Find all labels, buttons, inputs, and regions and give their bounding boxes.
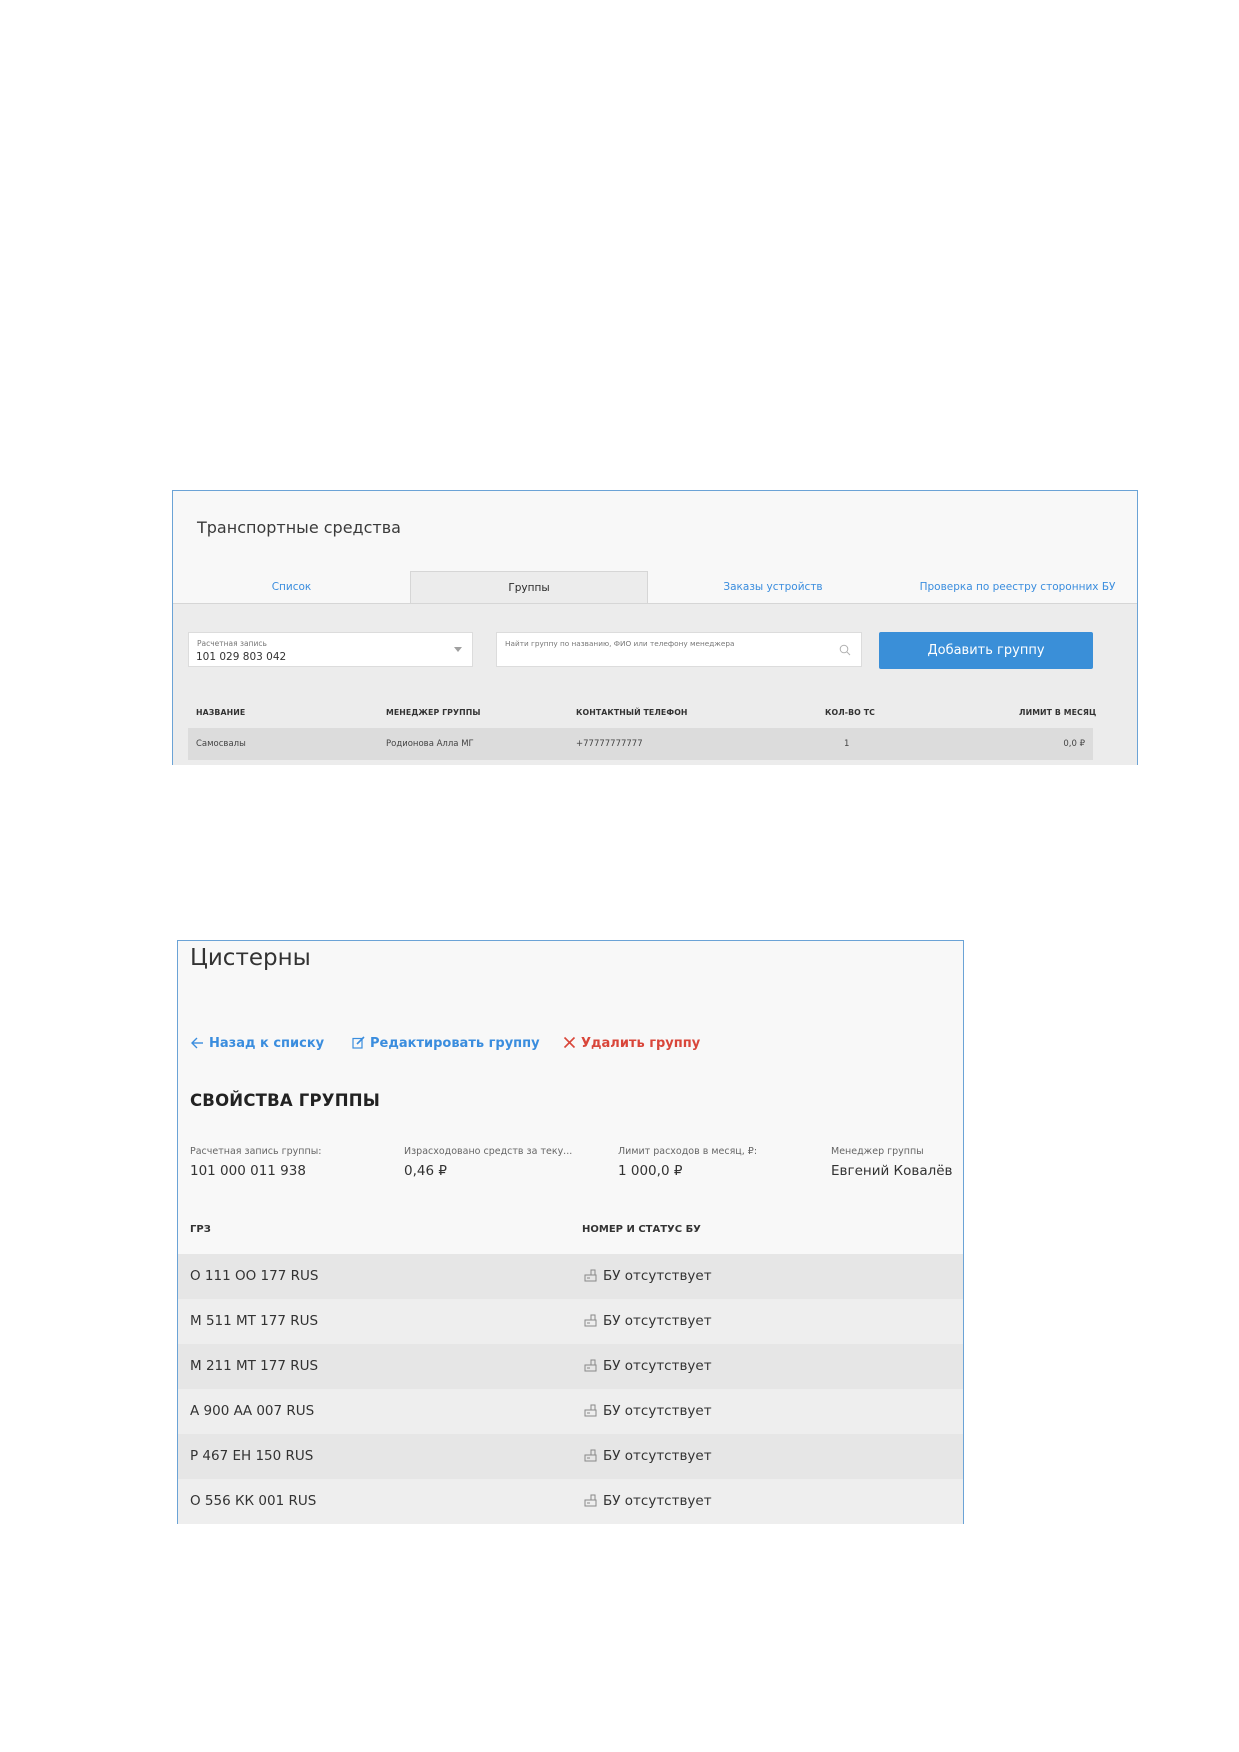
device-icon <box>584 1314 597 1327</box>
chevron-down-icon[interactable] <box>454 647 462 652</box>
device-status: БУ отсутствует <box>584 1403 712 1419</box>
table-row[interactable]: О 556 КК 001 RUS БУ отсутствует <box>178 1479 963 1524</box>
table-row[interactable]: А 900 АА 007 RUS БУ отсутствует <box>178 1389 963 1434</box>
tab-third-party-check[interactable]: Проверка по реестру сторонних БУ <box>898 571 1137 604</box>
group-detail-panel: Цистерны Назад к списку Редактировать гр… <box>177 940 964 1524</box>
cell-manager: Родионова Алла МГ <box>386 739 474 749</box>
tab-groups[interactable]: Группы <box>410 571 648 604</box>
column-header-vehicle-count[interactable]: КОЛ-ВО ТС <box>825 708 875 717</box>
vehicle-plate: М 511 МТ 177 RUS <box>190 1313 319 1329</box>
device-status-label: БУ отсутствует <box>603 1268 712 1284</box>
table-row[interactable]: Р 467 ЕН 150 RUS БУ отсутствует <box>178 1434 963 1479</box>
group-properties-title: СВОЙСТВА ГРУППЫ <box>190 1091 381 1110</box>
prop-limit-label: Лимит расходов в месяц, ₽: <box>618 1146 758 1157</box>
device-icon <box>584 1359 597 1372</box>
delete-group-link[interactable]: Удалить группу <box>563 1036 700 1051</box>
device-icon <box>584 1269 597 1282</box>
column-header-phone[interactable]: КОНТАКТНЫЙ ТЕЛЕФОН <box>576 708 688 717</box>
vehicles-panel: Транспортные средства Список Группы Зака… <box>172 490 1138 765</box>
device-status: БУ отсутствует <box>584 1313 712 1329</box>
column-header-plate: ГРЗ <box>190 1224 211 1235</box>
edit-group-label: Редактировать группу <box>370 1036 540 1051</box>
tab-list[interactable]: Список <box>173 571 410 604</box>
device-status-label: БУ отсутствует <box>603 1313 712 1329</box>
prop-manager-label: Менеджер группы <box>831 1146 924 1157</box>
edit-icon <box>352 1036 365 1049</box>
edit-group-link[interactable]: Редактировать группу <box>352 1036 540 1051</box>
device-status: БУ отсутствует <box>584 1358 712 1374</box>
group-title: Цистерны <box>190 945 311 971</box>
vehicle-plate: Р 467 ЕН 150 RUS <box>190 1448 314 1464</box>
table-row[interactable]: О 111 ОО 177 RUS БУ отсутствует <box>178 1254 963 1299</box>
back-to-list-link[interactable]: Назад к списку <box>191 1036 324 1051</box>
account-select[interactable]: Расчетная запись 101 029 803 042 <box>188 632 473 667</box>
page-title: Транспортные средства <box>197 518 401 537</box>
vehicle-plate: А 900 АА 007 RUS <box>190 1403 315 1419</box>
device-status: БУ отсутствует <box>584 1268 712 1284</box>
cell-monthly-limit: 0,0 ₽ <box>1063 739 1085 749</box>
back-to-list-label: Назад к списку <box>209 1036 325 1051</box>
account-select-value: 101 029 803 042 <box>196 651 287 663</box>
group-search[interactable] <box>496 632 862 667</box>
device-icon <box>584 1494 597 1507</box>
table-row[interactable]: М 211 МТ 177 RUS БУ отсутствует <box>178 1344 963 1389</box>
groups-content: Расчетная запись 101 029 803 042 Добавит… <box>173 603 1137 765</box>
vehicle-plate: М 211 МТ 177 RUS <box>190 1358 319 1374</box>
add-group-button[interactable]: Добавить группу <box>879 632 1093 669</box>
vehicle-plate: О 111 ОО 177 RUS <box>190 1268 319 1284</box>
device-icon <box>584 1404 597 1417</box>
device-status-label: БУ отсутствует <box>603 1448 712 1464</box>
search-input[interactable] <box>505 639 825 648</box>
column-header-manager[interactable]: МЕНЕДЖЕР ГРУППЫ <box>386 708 481 717</box>
account-select-label: Расчетная запись <box>197 639 267 648</box>
device-status-label: БУ отсутствует <box>603 1493 712 1509</box>
table-row[interactable]: Самосвалы Родионова Алла МГ +77777777777… <box>188 728 1093 760</box>
vehicle-plate: О 556 КК 001 RUS <box>190 1493 317 1509</box>
tab-bar: Список Группы Заказы устройств Проверка … <box>173 571 1137 604</box>
device-status-label: БУ отсутствует <box>603 1358 712 1374</box>
device-status-label: БУ отсутствует <box>603 1403 712 1419</box>
prop-limit-value: 1 000,0 ₽ <box>618 1163 683 1179</box>
column-header-name[interactable]: НАЗВАНИЕ <box>196 708 245 717</box>
prop-account-label: Расчетная запись группы: <box>190 1146 322 1157</box>
prop-manager-value: Евгений Ковалёв <box>831 1163 953 1179</box>
delete-group-label: Удалить группу <box>581 1036 701 1051</box>
column-header-device-status: НОМЕР И СТАТУС БУ <box>582 1224 701 1235</box>
arrow-left-icon <box>191 1037 203 1049</box>
prop-spent-label: Израсходовано средств за теку... <box>404 1146 573 1157</box>
device-status: БУ отсутствует <box>584 1448 712 1464</box>
prop-account-value: 101 000 011 938 <box>190 1163 306 1179</box>
search-icon[interactable] <box>839 644 851 656</box>
close-icon <box>563 1036 576 1049</box>
cell-phone: +77777777777 <box>576 739 643 749</box>
cell-group-name: Самосвалы <box>196 739 246 749</box>
device-status: БУ отсутствует <box>584 1493 712 1509</box>
prop-spent-value: 0,46 ₽ <box>404 1163 447 1179</box>
column-header-monthly-limit[interactable]: ЛИМИТ В МЕСЯЦ <box>1019 708 1096 717</box>
table-row[interactable]: М 511 МТ 177 RUS БУ отсутствует <box>178 1299 963 1344</box>
tab-device-orders[interactable]: Заказы устройств <box>648 571 898 604</box>
cell-vehicle-count: 1 <box>844 739 850 749</box>
device-icon <box>584 1449 597 1462</box>
